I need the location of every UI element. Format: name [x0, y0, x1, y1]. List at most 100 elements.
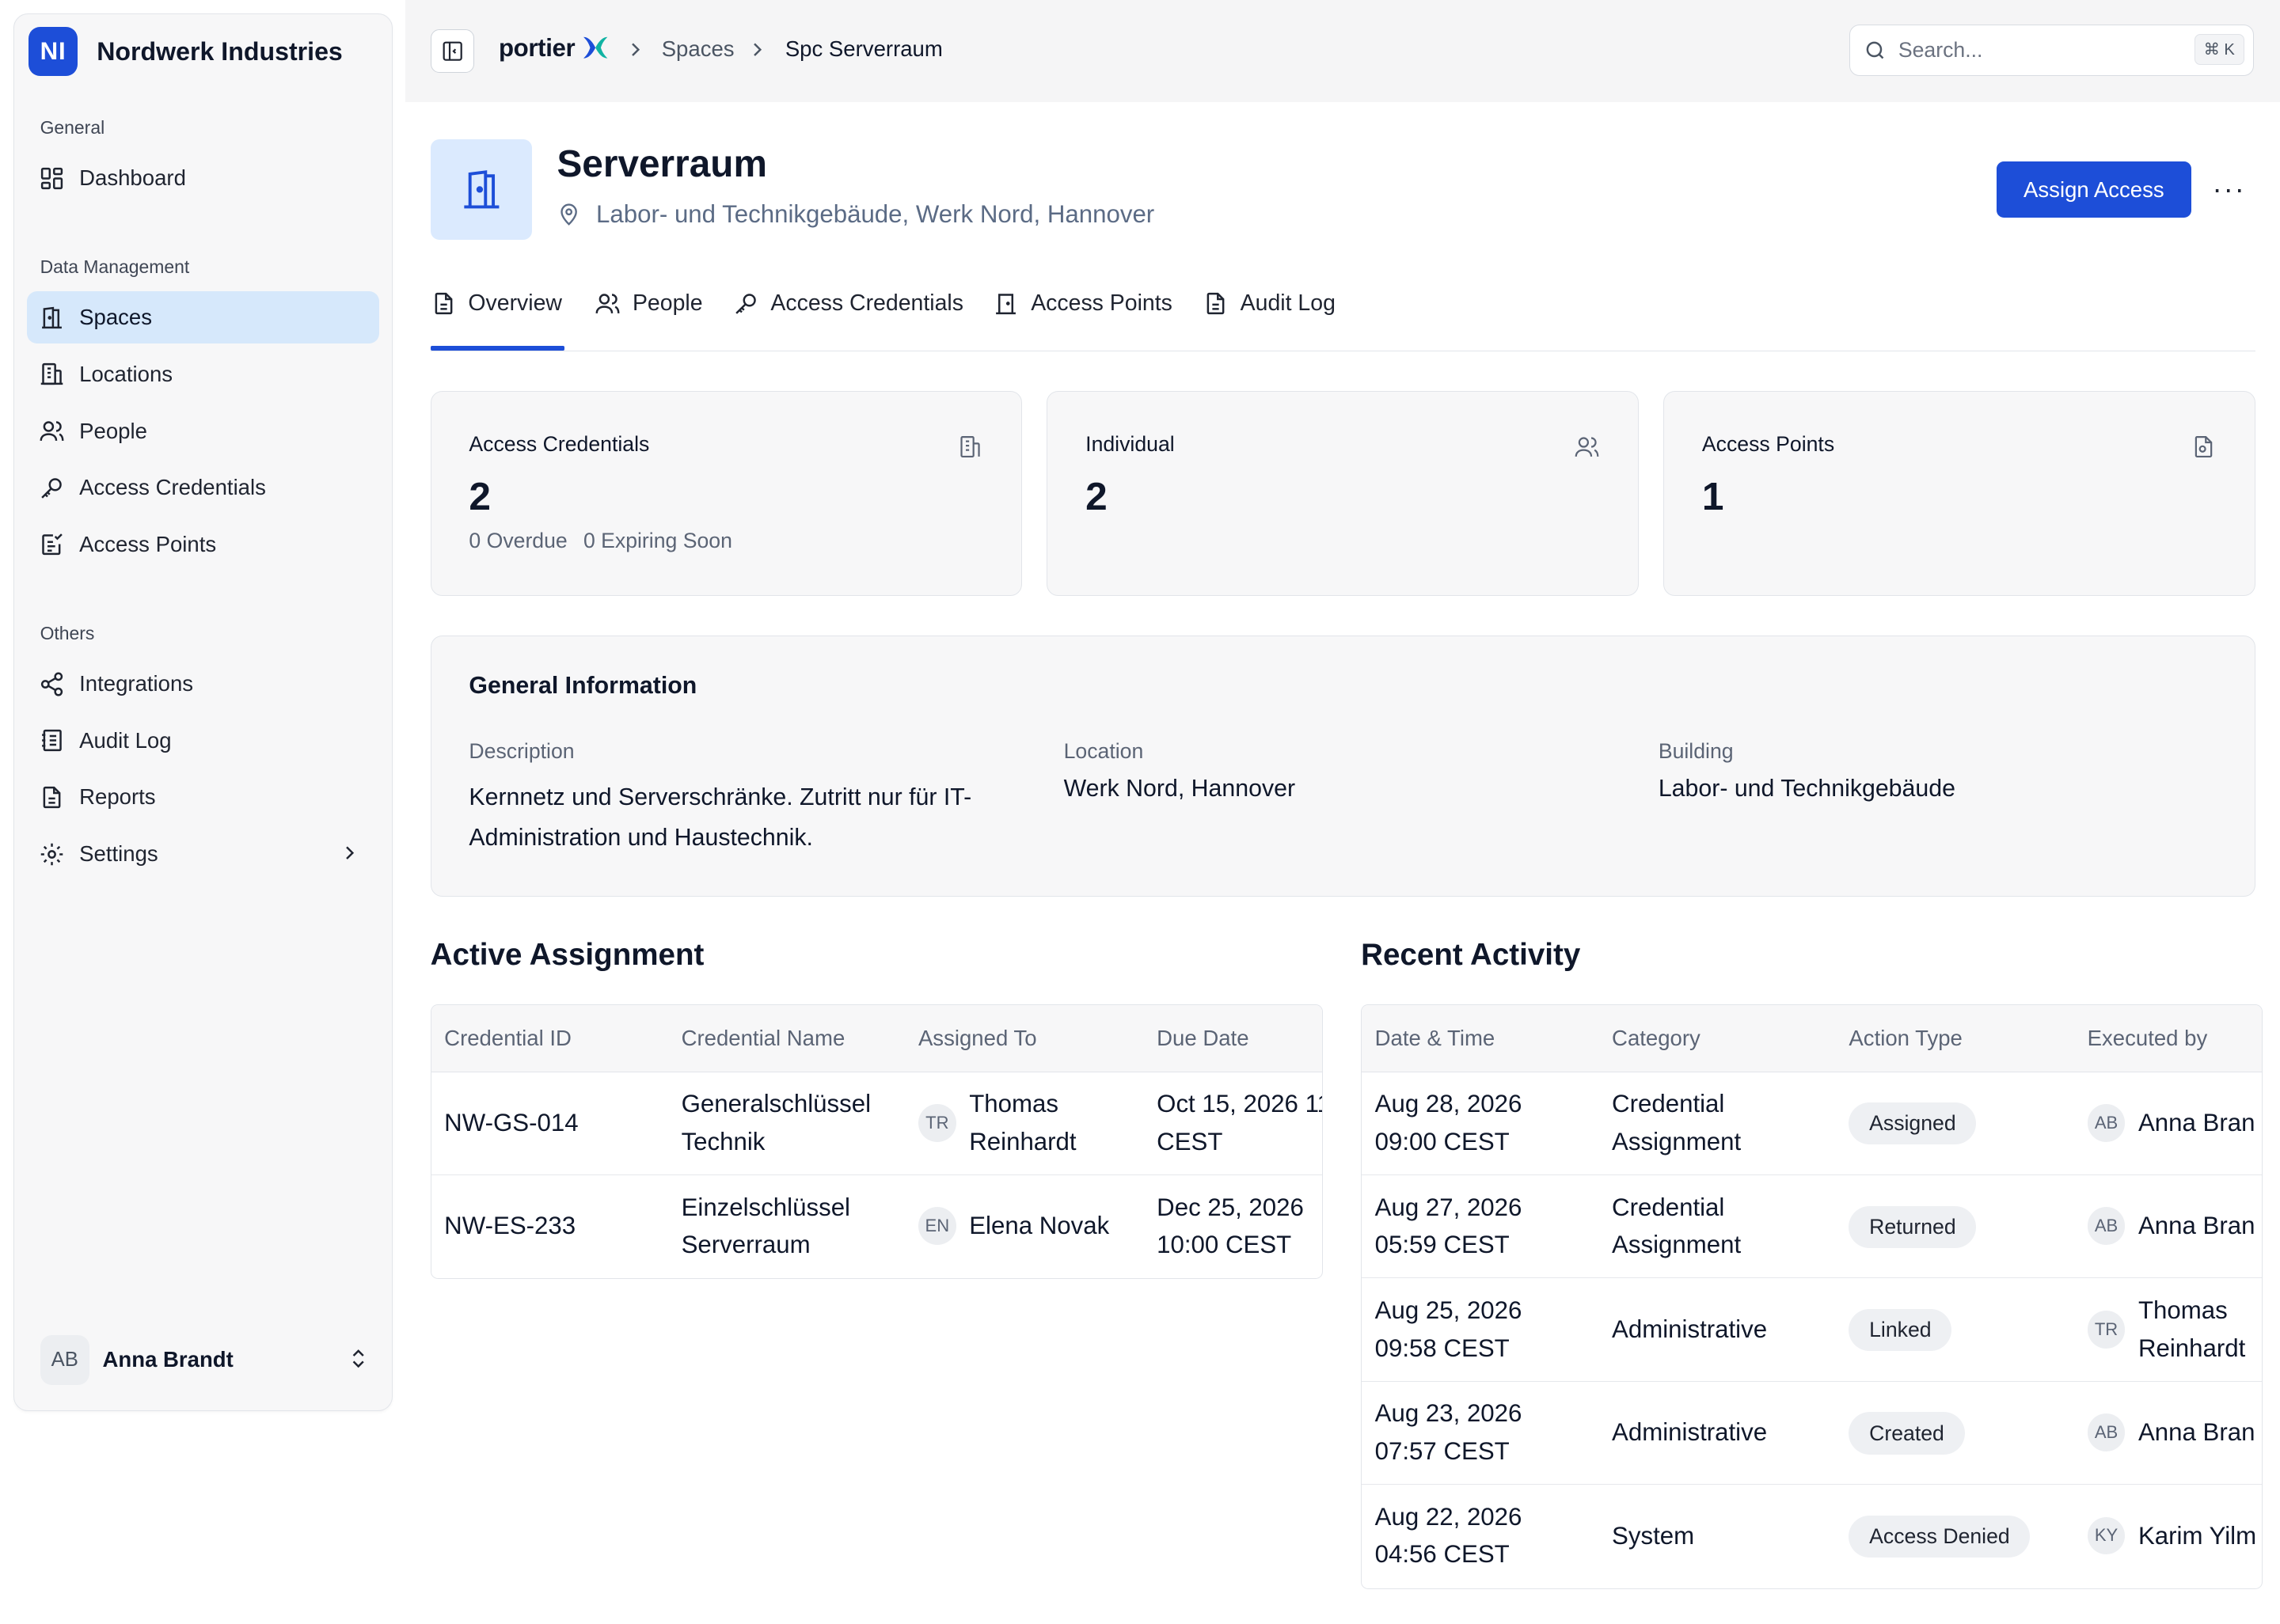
sidebar-item-label: Locations [79, 362, 173, 386]
access-point-icon [41, 533, 63, 556]
info-label: Location [1063, 739, 1144, 764]
category-line-1: Administrative [1612, 1418, 1768, 1447]
tab-people[interactable]: People [595, 290, 703, 317]
active-tab-indicator [430, 346, 564, 351]
column-header[interactable]: Date & Time [1375, 1026, 1495, 1051]
column-header[interactable]: Assigned To [918, 1026, 1037, 1051]
date-line-1: Aug 23, 2026 [1374, 1399, 1522, 1428]
people-icon [595, 294, 620, 314]
info-value: Labor- und Technikgebäude [1658, 775, 1955, 802]
org-switcher[interactable]: NI Nordwerk Industries [28, 27, 343, 77]
sidebar-item-audit-log[interactable]: Audit Log [27, 715, 378, 767]
tab-bar: Overview People Access Credentials Acces… [430, 276, 2255, 352]
category-line-2: Assignment [1612, 1231, 1742, 1259]
date-line-2: 05:59 CEST [1374, 1231, 1510, 1259]
table-row[interactable]: Aug 25, 2026 09:58 CEST Administrative L… [1362, 1278, 2262, 1382]
key-icon [40, 478, 62, 499]
executed-by: Anna Bran [2138, 1212, 2255, 1240]
sidebar-item-access-points[interactable]: Access Points [27, 518, 378, 571]
table-row[interactable]: NW-ES-233 Einzelschlüssel Serverraum EN … [431, 1175, 1323, 1278]
column-header[interactable]: Executed by [2088, 1026, 2208, 1051]
assign-access-button[interactable]: Assign Access [1996, 161, 2191, 218]
search-input[interactable] [1898, 37, 2175, 63]
top-bar: portier Spaces Spc Serverraum ⌘ K [405, 0, 2280, 102]
info-building: Building Labor- und Technikgebäude [1659, 739, 1955, 809]
user-menu[interactable]: AB Anna Brandt [40, 1334, 382, 1386]
sidebar-item-people[interactable]: People [27, 405, 378, 457]
overdue-count: 0 Overdue [469, 528, 568, 552]
avatar: TR [918, 1104, 956, 1142]
breadcrumb-current: Spc Serverraum [785, 36, 943, 61]
building-icon [960, 436, 981, 458]
column-header[interactable]: Action Type [1849, 1026, 1962, 1051]
avatar: AB [2087, 1413, 2126, 1451]
tab-audit-log[interactable]: Audit Log [1203, 290, 1336, 317]
column-header[interactable]: Credential Name [682, 1026, 846, 1051]
sidebar: NI Nordwerk Industries General Dashboard… [13, 13, 393, 1412]
tab-access-points[interactable]: Access Points [993, 290, 1172, 317]
date-line-1: Aug 25, 2026 [1374, 1296, 1522, 1324]
section-title-others: Others [40, 623, 95, 644]
recent-activity-title: Recent Activity [1361, 937, 1581, 972]
sidebar-item-label: Integrations [79, 671, 194, 696]
section-title-data-management: Data Management [40, 256, 190, 278]
breadcrumb-spaces[interactable]: Spaces [662, 36, 735, 62]
table-row[interactable]: Aug 22, 2026 04:56 CEST System Access De… [1362, 1485, 2262, 1588]
section-title-general: General [40, 116, 105, 138]
search-box[interactable]: ⌘ K [1849, 25, 2254, 76]
sidebar-item-access-credentials[interactable]: Access Credentials [27, 461, 378, 514]
tab-access-credentials[interactable]: Access Credentials [733, 290, 963, 317]
info-location: Location Werk Nord, Hannover [1064, 739, 1295, 809]
people-icon [40, 421, 64, 442]
action-type-badge: Access Denied [1849, 1515, 2031, 1558]
sidebar-item-label: Settings [79, 841, 158, 867]
active-assignment-table: Credential ID Credential Name Assigned T… [430, 1004, 1324, 1280]
executed-by-line-2: Reinhardt [2138, 1334, 2246, 1362]
due-date-line-2: 10:00 CEST [1157, 1231, 1292, 1259]
action-type-badge: Created [1849, 1412, 1965, 1455]
due-date-line-1: Oct 15, 2026 11 [1157, 1090, 1324, 1118]
chevron-right-icon [632, 43, 640, 56]
table-row[interactable]: NW-GS-014 Generalschlüssel Technik TR Th… [431, 1072, 1324, 1176]
credential-id: NW-GS-014 [444, 1109, 579, 1137]
column-header[interactable]: Category [1612, 1026, 1700, 1051]
table-row[interactable]: Aug 28, 2026 09:00 CEST Credential Assig… [1362, 1072, 2262, 1176]
info-description: Description Kernnetz und Serverschränke.… [469, 739, 971, 858]
assigned-to-line-1: Elena Novak [969, 1212, 1110, 1240]
credential-name-line-1: Einzelschlüssel [681, 1193, 850, 1221]
space-location: Labor- und Technikgebäude, Werk Nord, Ha… [557, 200, 1154, 229]
sidebar-item-label: Reports [79, 784, 156, 810]
date-line-2: 09:58 CEST [1374, 1334, 1510, 1362]
general-information-panel: General Information Description Kernnetz… [430, 635, 2255, 897]
more-options-button[interactable]: ··· [2210, 172, 2248, 207]
brand-mark-icon [583, 37, 608, 59]
description-line-2: Administration und Haustechnik. [469, 824, 813, 851]
sidebar-item-locations[interactable]: Locations [27, 348, 378, 400]
sidebar-item-label: Audit Log [79, 727, 172, 753]
action-type-badge: Returned [1849, 1205, 1977, 1248]
brand-logo[interactable]: portier [499, 32, 611, 63]
sidebar-item-integrations[interactable]: Integrations [27, 658, 378, 710]
sidebar-item-spaces[interactable]: Spaces [27, 291, 379, 344]
table-row[interactable]: Aug 23, 2026 07:57 CEST Administrative C… [1362, 1382, 2262, 1486]
sidebar-item-reports[interactable]: Reports [27, 771, 378, 823]
org-logo: NI [28, 27, 78, 77]
avatar: AB [2087, 1207, 2126, 1246]
executed-by: Anna Bran [2138, 1418, 2255, 1447]
column-header[interactable]: Credential ID [444, 1026, 572, 1051]
sidebar-item-dashboard[interactable]: Dashboard [27, 152, 378, 204]
sidebar-item-label: Access Credentials [79, 475, 266, 500]
log-icon [41, 730, 62, 752]
column-header[interactable]: Due Date [1157, 1026, 1248, 1051]
executed-by-line-1: Thomas [2138, 1296, 2228, 1324]
toggle-sidebar-button[interactable] [430, 28, 474, 73]
sidebar-item-label: Access Points [79, 531, 217, 556]
tab-label: People [632, 290, 703, 317]
map-pin-icon [560, 203, 578, 226]
tab-label: Access Credentials [770, 290, 963, 317]
recent-activity-table: Date & Time Category Action Type Execute… [1361, 1004, 2263, 1589]
table-row[interactable]: Aug 27, 2026 05:59 CEST Credential Assig… [1362, 1175, 2262, 1279]
executed-by: Karim Yilm [2138, 1521, 2257, 1550]
sidebar-item-settings[interactable]: Settings [27, 828, 378, 880]
tab-overview[interactable]: Overview [431, 290, 562, 317]
